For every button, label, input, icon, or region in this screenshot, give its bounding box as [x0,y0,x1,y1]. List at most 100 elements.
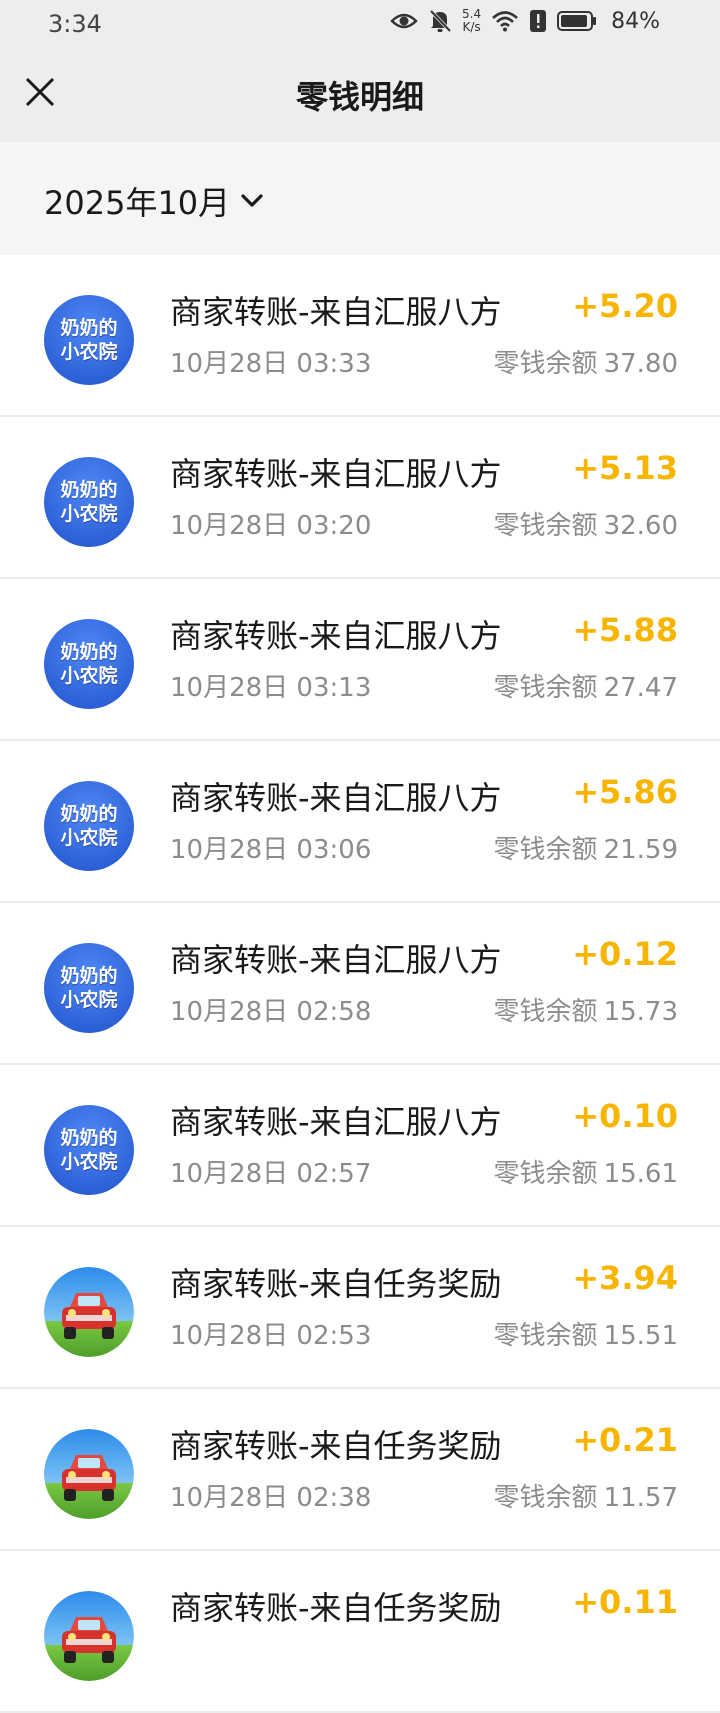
transaction-time: 10月28日 02:58 [170,997,372,1027]
merchant-avatar: 奶奶的 小农院 [44,1105,134,1195]
transaction-title: 商家转账-来自汇服八方 [170,455,502,493]
balance-value: 11.57 [603,1483,678,1513]
merchant-avatar: 奶奶的 小农院 [44,457,134,547]
transaction-amount: +3.94 [572,1259,678,1297]
balance-value: 37.80 [603,349,678,379]
transaction-time: 10月28日 03:33 [170,349,372,379]
balance-value: 15.51 [603,1321,678,1351]
transaction-balance: 零钱余额 15.51 [488,1315,678,1352]
balance-value: 15.73 [603,997,678,1027]
transaction-row[interactable]: 商家转账-来自任务奖励 10月28日 02:53 +3.94 零钱余额 15.51 [0,1227,720,1389]
network-speed-unit: K/s [462,20,481,34]
bell-muted-icon [429,9,452,33]
eye-icon [390,13,418,29]
transaction-title: 商家转账-来自任务奖励 [170,1589,502,1627]
transaction-list: 奶奶的 小农院 商家转账-来自汇服八方 10月28日 03:33 +5.20 零… [0,255,720,1713]
transaction-row[interactable]: 奶奶的 小农院 商家转账-来自汇服八方 10月28日 03:06 +5.86 零… [0,741,720,903]
transaction-title: 商家转账-来自汇服八方 [170,1103,502,1141]
avatar-text-line-1: 奶奶的 [60,1127,118,1149]
transaction-balance [666,1639,678,1669]
balance-label: 零钱余额 [493,673,598,703]
balance-label: 零钱余额 [493,835,598,865]
merchant-avatar [44,1591,134,1681]
transaction-amount: +5.20 [572,287,678,325]
avatar-text-line-2: 小农院 [60,503,118,525]
transaction-time: 10月28日 02:38 [170,1483,372,1513]
transaction-title: 商家转账-来自任务奖励 [170,1265,502,1303]
avatar-text-line-1: 奶奶的 [60,641,118,663]
transaction-time: 10月28日 03:13 [170,673,372,703]
transaction-balance: 零钱余额 32.60 [488,505,678,542]
balance-label: 零钱余额 [493,1483,598,1513]
avatar-text-line-2: 小农院 [60,665,118,687]
balance-label: 零钱余额 [493,1159,598,1189]
transaction-amount: +5.13 [572,449,678,487]
avatar-text-line-2: 小农院 [60,989,118,1011]
car-icon [44,1267,134,1357]
transaction-row[interactable]: 奶奶的 小农院 商家转账-来自汇服八方 10月28日 03:20 +5.13 零… [0,417,720,579]
transaction-amount: +5.86 [572,773,678,811]
transaction-amount: +0.10 [572,1097,678,1135]
wifi-icon [492,11,518,32]
transaction-time: 10月28日 02:53 [170,1321,372,1351]
transaction-title: 商家转账-来自汇服八方 [170,941,502,979]
transaction-row[interactable]: 奶奶的 小农院 商家转账-来自汇服八方 10月28日 02:58 +0.12 零… [0,903,720,1065]
avatar-text-line-1: 奶奶的 [60,803,118,825]
month-selector[interactable]: 2025年10月 [44,178,264,224]
transaction-row[interactable]: 奶奶的 小农院 商家转账-来自汇服八方 10月28日 03:13 +5.88 零… [0,579,720,741]
transaction-time: 10月28日 03:20 [170,511,372,541]
transaction-amount: +5.88 [572,611,678,649]
transaction-row[interactable]: 商家转账-来自任务奖励 10月28日 02:38 +0.21 零钱余额 11.57 [0,1389,720,1551]
battery-percent: 84% [611,8,660,34]
avatar-text-line-1: 奶奶的 [60,317,118,339]
transaction-row[interactable]: 商家转账-来自任务奖励 +0.11 [0,1551,720,1713]
transaction-balance: 零钱余额 27.47 [488,667,678,704]
merchant-avatar: 奶奶的 小农院 [44,619,134,709]
transaction-time: 10月28日 02:57 [170,1159,372,1189]
balance-value: 32.60 [603,511,678,541]
battery-icon [557,11,597,31]
balance-value: 15.61 [603,1159,678,1189]
avatar-text-line-2: 小农院 [60,1151,118,1173]
transaction-amount: +0.21 [572,1421,678,1459]
transaction-balance: 零钱余额 15.73 [488,991,678,1028]
balance-value: 27.47 [603,673,678,703]
transaction-title: 商家转账-来自任务奖励 [170,1427,502,1465]
alert-icon [530,10,547,32]
balance-label: 零钱余额 [493,349,598,379]
month-label: 2025年10月 [44,184,231,222]
month-filter-bar: 2025年10月 [0,142,720,255]
transaction-time: 10月28日 03:06 [170,835,372,865]
status-time: 3:34 [48,10,102,38]
balance-label: 零钱余额 [493,1321,598,1351]
transaction-balance: 零钱余额 11.57 [488,1477,678,1514]
transaction-title: 商家转账-来自汇服八方 [170,293,502,331]
balance-label: 零钱余额 [493,997,598,1027]
page-title: 零钱明细 [295,78,424,116]
merchant-avatar: 奶奶的 小农院 [44,943,134,1033]
transaction-title: 商家转账-来自汇服八方 [170,779,502,817]
transaction-title: 商家转账-来自汇服八方 [170,617,502,655]
merchant-avatar: 奶奶的 小农院 [44,295,134,385]
nav-bar: 零钱明细 [0,48,720,142]
avatar-text-line-2: 小农院 [60,341,118,363]
chevron-down-icon [241,194,263,207]
transaction-row[interactable]: 奶奶的 小农院 商家转账-来自汇服八方 10月28日 03:33 +5.20 零… [0,255,720,417]
avatar-text-line-1: 奶奶的 [60,965,118,987]
transaction-balance: 零钱余额 21.59 [488,829,678,866]
network-speed: 5.4 K/s [462,8,481,34]
car-icon [44,1429,134,1519]
avatar-text-line-2: 小农院 [60,827,118,849]
transaction-row[interactable]: 奶奶的 小农院 商家转账-来自汇服八方 10月28日 02:57 +0.10 零… [0,1065,720,1227]
car-icon [44,1591,134,1681]
avatar-text-line-1: 奶奶的 [60,479,118,501]
transaction-amount: +0.11 [572,1583,678,1621]
merchant-avatar [44,1429,134,1519]
merchant-avatar: 奶奶的 小农院 [44,781,134,871]
transaction-balance: 零钱余额 37.80 [488,343,678,380]
transaction-balance: 零钱余额 15.61 [488,1153,678,1190]
balance-label: 零钱余额 [493,511,598,541]
transaction-amount: +0.12 [572,935,678,973]
status-bar: 3:34 5.4 K/s 84% [0,0,720,48]
merchant-avatar [44,1267,134,1357]
